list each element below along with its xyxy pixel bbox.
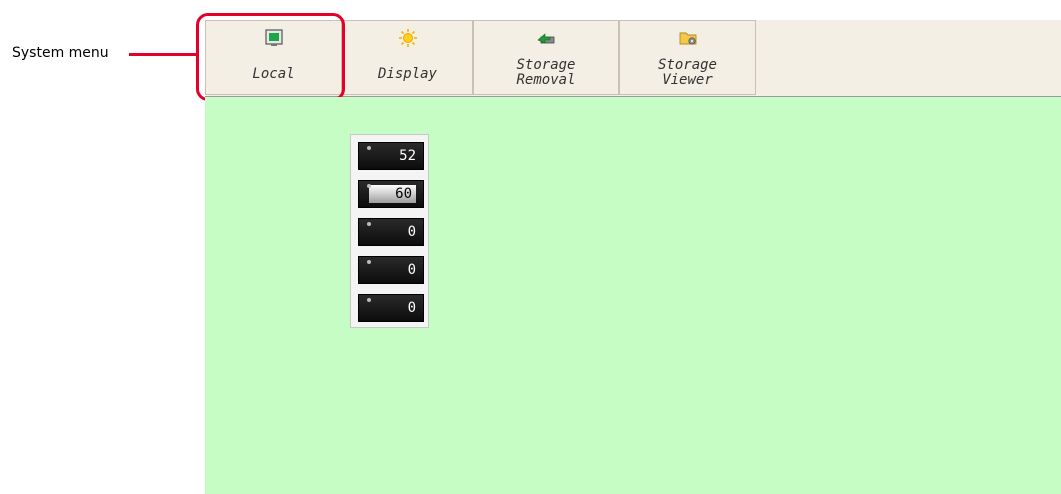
sun-icon xyxy=(398,29,417,47)
folder-gear-icon xyxy=(679,32,696,45)
display-button-label: Display xyxy=(377,66,437,82)
numeric-display-1[interactable]: 52 xyxy=(358,142,424,170)
numeric-display-value: 0 xyxy=(407,262,416,278)
screen-area xyxy=(205,97,1061,494)
callout-line xyxy=(129,53,197,56)
storage-removal-label-line2: Removal xyxy=(516,72,576,88)
storage-removal-label-line1: Storage xyxy=(516,57,576,73)
storage-removal-icon xyxy=(537,33,555,44)
system-menu-highlight xyxy=(196,13,345,101)
numeric-display-5[interactable]: 0 xyxy=(358,294,424,322)
numeric-display-4[interactable]: 0 xyxy=(358,256,424,284)
storage-removal-button[interactable]: Storage Removal xyxy=(473,20,619,95)
storage-viewer-label-line1: Storage xyxy=(657,57,717,73)
numeric-display-value: 0 xyxy=(407,224,416,240)
storage-viewer-label-line2: Viewer xyxy=(662,72,713,88)
numeric-display-value: 60 xyxy=(369,185,416,203)
storage-viewer-button[interactable]: Storage Viewer xyxy=(619,20,756,95)
numeric-display-2[interactable]: 60 xyxy=(358,180,424,208)
numeric-display-panel: 52 60 0 0 0 xyxy=(350,134,429,328)
numeric-display-value: 52 xyxy=(399,148,416,164)
callout-label: System menu xyxy=(12,45,109,61)
storage-removal-button-label: Storage Removal xyxy=(474,58,618,88)
display-button[interactable]: Display xyxy=(342,20,473,95)
numeric-display-value: 0 xyxy=(407,300,416,316)
numeric-display-3[interactable]: 0 xyxy=(358,218,424,246)
storage-viewer-button-label: Storage Viewer xyxy=(620,58,755,88)
